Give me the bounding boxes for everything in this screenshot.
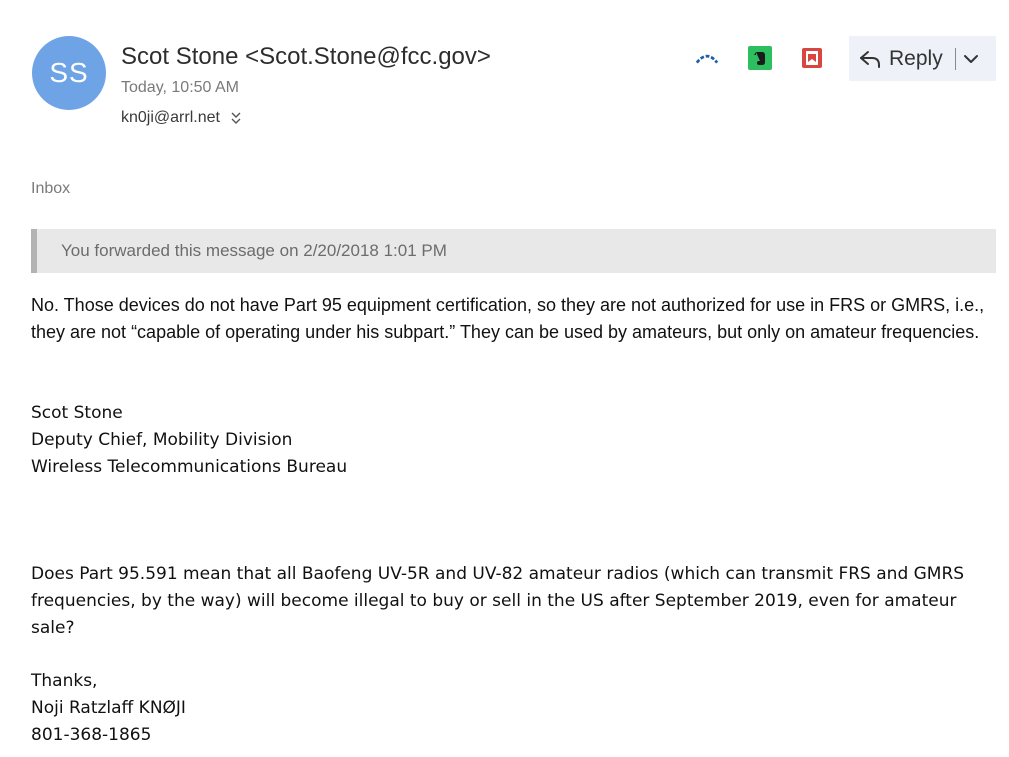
forward-notice-text: You forwarded this message on 2/20/2018 … [61, 241, 447, 260]
reply-button[interactable]: Reply [849, 36, 943, 81]
message-answer-paragraph: No. Those devices do not have Part 95 eq… [31, 295, 985, 342]
chevron-down-icon [963, 54, 978, 63]
evernote-icon[interactable] [748, 46, 772, 70]
closing-thanks: Thanks, [31, 671, 98, 691]
reply-arrow-icon [860, 50, 880, 68]
signature-bureau: Wireless Telecommunications Bureau [31, 457, 348, 477]
closing-phone: 801-368-1865 [31, 725, 152, 745]
recipient-address[interactable]: kn0ji@arrl.net [121, 109, 220, 127]
closing-name: Noji Ratzlaff KNØJI [31, 698, 186, 718]
recipient-row: kn0ji@arrl.net [121, 107, 242, 129]
folder-label[interactable]: Inbox [31, 180, 70, 198]
closing-block: Thanks, Noji Ratzlaff KNØJI 801-368-1865 [31, 668, 186, 749]
link-share-icon[interactable] [695, 46, 719, 70]
forward-notice: You forwarded this message on 2/20/2018 … [31, 229, 996, 273]
signature-title: Deputy Chief, Mobility Division [31, 430, 293, 450]
signature-name: Scot Stone [31, 403, 123, 423]
avatar[interactable]: SS [32, 36, 106, 110]
reply-label: Reply [889, 46, 943, 70]
sender-name[interactable]: Scot Stone <Scot.Stone@fcc.gov> [121, 43, 491, 71]
avatar-initials: SS [49, 57, 89, 88]
message-timestamp: Today, 10:50 AM [121, 79, 239, 96]
signature-block: Scot Stone Deputy Chief, Mobility Divisi… [31, 400, 347, 481]
office-lens-icon[interactable] [800, 46, 824, 70]
quoted-question-paragraph: Does Part 95.591 mean that all Baofeng U… [31, 564, 965, 638]
reply-button-group: Reply [849, 36, 996, 81]
expand-recipients-icon[interactable] [230, 110, 242, 126]
reply-options-button[interactable] [956, 36, 986, 81]
